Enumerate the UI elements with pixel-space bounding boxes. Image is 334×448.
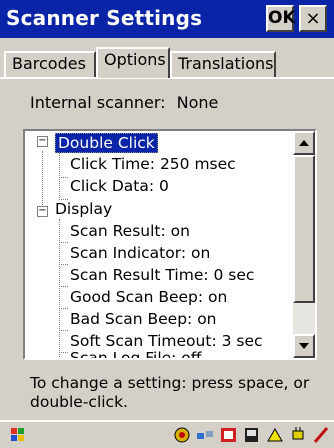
tree-item-scan-indicator[interactable]: Scan Indicator: on [70, 244, 210, 262]
arrow-down-icon [299, 343, 309, 349]
tree-item-good-scan-beep[interactable]: Good Scan Beep: on [70, 288, 227, 306]
tree-connector [59, 151, 60, 200]
battery-icon[interactable] [265, 425, 285, 445]
tree-item-scan-result[interactable]: Scan Result: on [70, 222, 190, 240]
internal-scanner-value: None [176, 93, 219, 112]
vertical-scrollbar[interactable] [293, 131, 315, 358]
tree-connector [59, 352, 68, 353]
tree-item-scan-result-time[interactable]: Scan Result Time: 0 sec [70, 266, 254, 284]
tree-item-click-data[interactable]: Click Data: 0 [70, 177, 169, 195]
tab-options[interactable]: Options [96, 47, 170, 78]
scroll-down-button[interactable] [293, 334, 315, 358]
tree-item-soft-scan-timeout[interactable]: Soft Scan Timeout: 3 sec [70, 332, 263, 350]
arrow-up-icon [299, 140, 309, 146]
title-bar: Scanner Settings OK × [0, 0, 334, 38]
card-icon[interactable] [242, 425, 262, 445]
connection-icon[interactable] [195, 425, 215, 445]
collapse-icon[interactable]: − [37, 136, 48, 147]
tree-item-display[interactable]: Display [55, 200, 112, 218]
window-title: Scanner Settings [6, 6, 203, 30]
tree-connector [59, 264, 68, 265]
tab-barcodes[interactable]: Barcodes [4, 51, 96, 77]
tree-connector [59, 242, 68, 243]
pen-icon[interactable] [311, 425, 331, 445]
tree-item-double-click[interactable]: Double Click [55, 133, 158, 153]
tree-connector [59, 308, 68, 309]
help-text: To change a setting: press space, or dou… [30, 374, 310, 411]
tree-connector [59, 219, 60, 358]
collapse-icon[interactable]: − [37, 206, 48, 217]
close-button[interactable]: × [299, 5, 327, 32]
network-icon[interactable] [172, 425, 192, 445]
tree-item-scan-log-file[interactable]: Scan Log File: off [70, 349, 201, 358]
scroll-up-button[interactable] [293, 131, 315, 155]
tree-item-bad-scan-beep[interactable]: Bad Scan Beep: on [70, 310, 217, 328]
settings-tree[interactable]: − Double Click Click Time: 250 msec Clic… [23, 129, 317, 360]
tree-connector [59, 177, 68, 178]
start-flag-icon[interactable] [8, 425, 28, 445]
internal-scanner-row: Internal scanner: None [30, 93, 218, 112]
tree-connector [59, 286, 68, 287]
stop-icon[interactable] [219, 425, 239, 445]
scrollbar-thumb[interactable] [293, 155, 315, 303]
tree-item-click-time[interactable]: Click Time: 250 msec [70, 155, 236, 173]
taskbar [0, 420, 334, 448]
tree-connector [42, 151, 43, 213]
tree-connector [59, 330, 68, 331]
tab-translations[interactable]: Translations [170, 51, 276, 77]
ok-button[interactable]: OK [266, 5, 296, 32]
power-plug-icon[interactable] [288, 425, 308, 445]
internal-scanner-label: Internal scanner: [30, 93, 166, 112]
tab-strip: Barcodes Options Translations [0, 47, 334, 78]
